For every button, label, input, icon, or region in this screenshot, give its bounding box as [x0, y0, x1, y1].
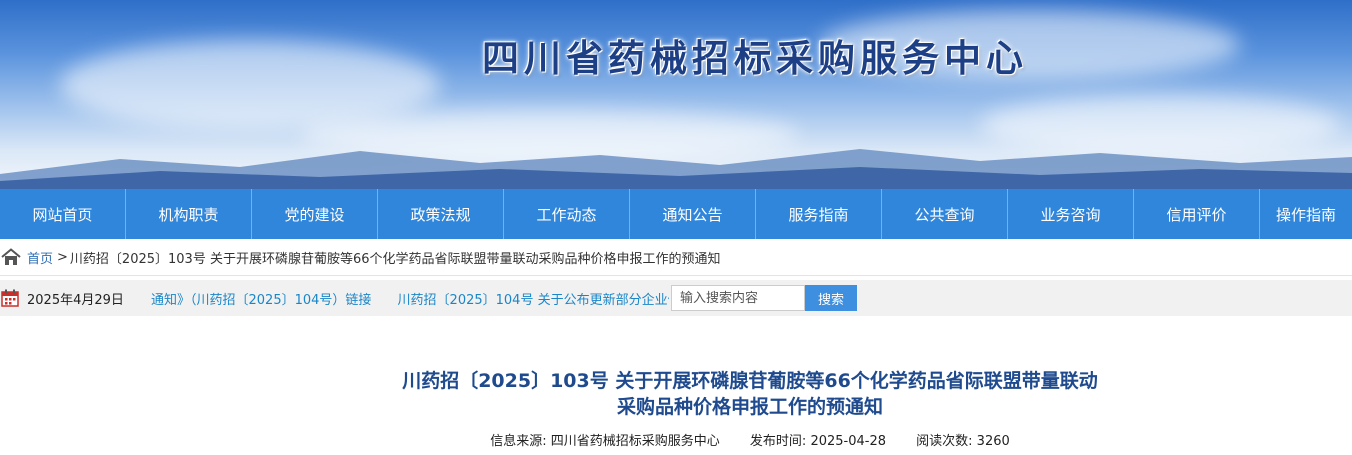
breadcrumb-home-link[interactable]: 首页 [27, 248, 53, 267]
home-icon [1, 248, 21, 265]
article-title-line1: 川药招〔2025〕103号 关于开展环磷腺苷葡胺等66个化学药品省际联盟带量联动 [402, 370, 1098, 392]
nav-item-credit[interactable]: 信用评价 [1134, 189, 1260, 239]
nav-item-query[interactable]: 公共查询 [882, 189, 1008, 239]
breadcrumb-separator: > [57, 249, 68, 265]
views-value: 3260 [976, 434, 1010, 449]
calendar-icon [1, 289, 19, 307]
nav-item-notices[interactable]: 通知公告 [630, 189, 756, 239]
nav-item-home[interactable]: 网站首页 [0, 189, 126, 239]
nav-item-consult[interactable]: 业务咨询 [1008, 189, 1134, 239]
breadcrumb: 首页 > 川药招〔2025〕103号 关于开展环磷腺苷葡胺等66个化学药品省际联… [0, 239, 1352, 276]
main-nav: 网站首页 机构职责 党的建设 政策法规 工作动态 通知公告 服务指南 公共查询 … [0, 189, 1352, 239]
source-label: 信息来源: [490, 434, 547, 449]
ticker-item[interactable]: 川药招〔2025〕104号 关于公布更新部分企业便 [398, 293, 669, 308]
info-bar: 2025年4月29日 通知》（川药招〔2025〕104号）链接 川药招〔2025… [0, 280, 1352, 316]
nav-item-policy[interactable]: 政策法规 [378, 189, 504, 239]
news-ticker: 通知》（川药招〔2025〕104号）链接 川药招〔2025〕104号 关于公布更… [151, 289, 669, 308]
header-banner: 四川省药械招标采购服务中心 [0, 0, 1352, 189]
banner-mountains [0, 149, 1352, 189]
nav-item-party[interactable]: 党的建设 [252, 189, 378, 239]
source-value: 四川省药械招标采购服务中心 [550, 434, 720, 449]
nav-item-manual[interactable]: 操作指南 [1260, 189, 1352, 239]
search-input[interactable] [671, 285, 805, 311]
search-button[interactable]: 搜索 [805, 285, 857, 311]
site-title: 四川省药械招标采购服务中心 [482, 36, 1028, 80]
current-date: 2025年4月29日 [27, 292, 124, 308]
breadcrumb-current: 川药招〔2025〕103号 关于开展环磷腺苷葡胺等66个化学药品省际联盟带量联动… [69, 251, 721, 267]
ticker-item[interactable]: 通知》（川药招〔2025〕104号）链接 [151, 293, 371, 308]
article-title: 川药招〔2025〕103号 关于开展环磷腺苷葡胺等66个化学药品省际联盟带量联动… [300, 368, 1200, 420]
publish-value: 2025-04-28 [810, 434, 886, 449]
nav-item-duties[interactable]: 机构职责 [126, 189, 252, 239]
article-title-line2: 采购品种价格申报工作的预通知 [616, 396, 883, 418]
publish-label: 发布时间: [749, 434, 807, 449]
article-meta: 信息来源: 四川省药械招标采购服务中心 发布时间: 2025-04-28 阅读次… [300, 430, 1200, 449]
nav-item-news[interactable]: 工作动态 [504, 189, 630, 239]
nav-item-guide[interactable]: 服务指南 [756, 189, 882, 239]
views-label: 阅读次数: [916, 434, 973, 449]
